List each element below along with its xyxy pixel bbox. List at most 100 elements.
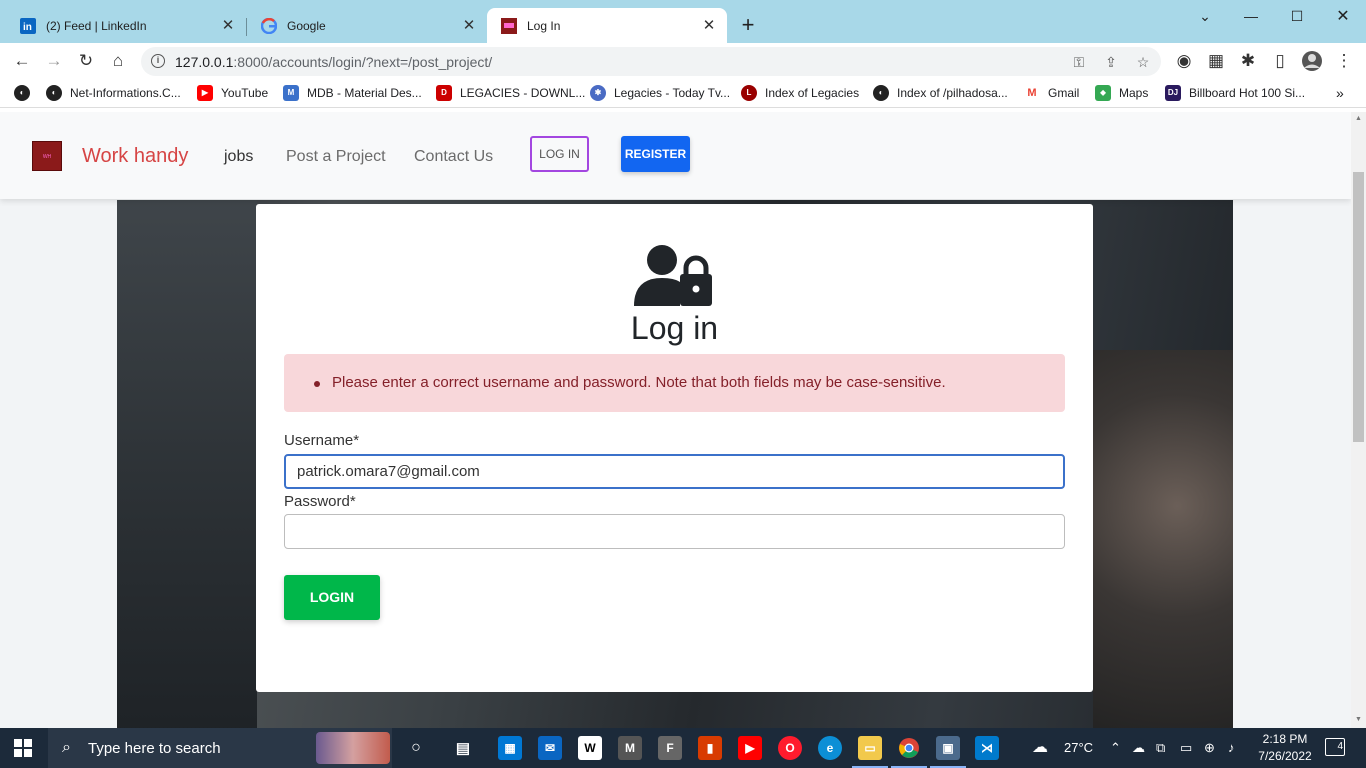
edge-icon[interactable]: e <box>818 736 842 760</box>
windows-start-icon[interactable] <box>14 739 32 757</box>
nav-register-button[interactable]: REGISTER <box>621 136 690 172</box>
bookmark-item[interactable]: M Gmail <box>1024 85 1079 101</box>
weather-temp[interactable]: 27°C <box>1064 740 1093 755</box>
legacies-index-icon: L <box>741 85 757 101</box>
youtube-app-icon[interactable]: ▶ <box>738 736 762 760</box>
bookmark-item[interactable]: ⬥ Maps <box>1095 85 1148 101</box>
network-icon[interactable]: ⊕ <box>1204 740 1215 756</box>
side-panel-icon[interactable]: ▯ <box>1268 49 1292 73</box>
menu-dots-icon[interactable]: ⋮ <box>1332 49 1356 73</box>
page-scrollbar[interactable]: ▲ ▼ <box>1351 112 1366 728</box>
extension-icon[interactable]: ◉ <box>1172 49 1196 73</box>
bookmarks-apps-icon[interactable]: ◐ <box>14 85 38 101</box>
tray-overflow-icon[interactable]: ⌃ <box>1110 740 1121 756</box>
chrome-icon[interactable] <box>891 736 927 768</box>
task-view-icon[interactable]: ○ <box>404 736 428 760</box>
browser-toolbar: ← → ↻ ⌂ i 127.0.0.1:8000/accounts/login/… <box>0 43 1366 79</box>
remote-desktop-icon[interactable]: ▣ <box>930 736 966 768</box>
file-explorer-icon[interactable]: ▭ <box>852 736 888 768</box>
password-label: Password* <box>284 493 356 510</box>
tab-google[interactable]: Google ✕ <box>247 8 488 43</box>
login-submit-button[interactable]: LOGIN <box>284 575 380 620</box>
nav-login-button[interactable]: LOG IN <box>530 136 589 172</box>
tab-login[interactable]: Log In ✕ <box>487 8 727 43</box>
weather-icon[interactable]: ☁ <box>1032 737 1048 757</box>
key-icon[interactable]: ⚿ <box>1069 52 1089 72</box>
bookmark-star-icon[interactable]: ☆ <box>1133 52 1153 72</box>
bookmarks-overflow-icon[interactable]: » <box>1336 85 1344 101</box>
notifications-icon[interactable]: 4 <box>1325 738 1345 756</box>
globe-icon: ◐ <box>46 85 62 101</box>
wikipedia-icon[interactable]: W <box>578 736 602 760</box>
system-clock[interactable]: 2:18 PM 7/26/2022 <box>1254 731 1316 765</box>
office-icon[interactable]: ▮ <box>698 736 722 760</box>
taskbar-search-box[interactable]: ⌕ Type here to search <box>48 728 392 768</box>
volume-icon[interactable]: ♪ <box>1228 740 1235 755</box>
tab-linkedin[interactable]: in (2) Feed | LinkedIn ✕ <box>6 8 247 43</box>
widgets-icon[interactable]: ▤ <box>451 736 475 760</box>
billboard-icon: DJ <box>1165 85 1181 101</box>
bookmark-item[interactable]: L Index of Legacies <box>741 85 859 101</box>
tab-search-icon[interactable]: ⌄ <box>1182 5 1228 27</box>
tab-title: (2) Feed | LinkedIn <box>46 18 147 33</box>
nav-jobs[interactable]: jobs <box>224 148 253 166</box>
browser-tab-bar: in (2) Feed | LinkedIn ✕ Google ✕ Log In… <box>0 0 1366 43</box>
tray-meet-icon[interactable]: ⧉ <box>1156 740 1165 756</box>
clock-time: 2:18 PM <box>1262 732 1308 746</box>
app-m-icon[interactable]: M <box>618 736 642 760</box>
nav-contact-us[interactable]: Contact Us <box>414 148 493 166</box>
site-info-icon[interactable]: i <box>151 54 165 68</box>
globe-icon: ◐ <box>14 85 30 101</box>
bullet-icon <box>314 381 320 387</box>
home-icon[interactable]: ⌂ <box>106 49 130 73</box>
password-field[interactable] <box>284 514 1065 549</box>
bookmark-item[interactable]: ◐ Index of /pilhadosa... <box>873 85 1008 101</box>
linkedin-icon: in <box>20 17 36 34</box>
battery-icon[interactable]: ▭ <box>1180 740 1192 756</box>
vscode-icon[interactable]: ⋊ <box>975 736 999 760</box>
extension-zip-icon[interactable]: ▦ <box>1204 49 1228 73</box>
tab-title: Google <box>287 18 326 33</box>
close-window-button[interactable]: ✕ <box>1320 5 1366 27</box>
tab-title: Log In <box>527 18 561 33</box>
login-card: Log in Please enter a correct username a… <box>256 204 1093 692</box>
bookmark-item[interactable]: ✱ Legacies - Today Tv... <box>590 85 730 101</box>
reload-icon[interactable]: ↻ <box>74 49 98 73</box>
opera-icon[interactable]: O <box>778 736 802 760</box>
film-reel-icon: ✱ <box>590 85 606 101</box>
username-field[interactable] <box>284 454 1065 489</box>
new-tab-button[interactable]: + <box>736 14 760 38</box>
svg-text:in: in <box>23 22 32 33</box>
bookmark-item[interactable]: D LEGACIES - DOWNL... <box>436 85 585 101</box>
bookmark-item[interactable]: DJ Billboard Hot 100 Si... <box>1165 85 1305 101</box>
brand-link[interactable]: Work handy <box>82 145 188 168</box>
nav-post-project[interactable]: Post a Project <box>286 148 386 166</box>
share-icon[interactable]: ⇪ <box>1101 52 1121 72</box>
minimize-button[interactable]: — <box>1228 5 1274 27</box>
close-tab-icon[interactable]: ✕ <box>220 18 236 34</box>
avatar[interactable] <box>1300 49 1324 73</box>
address-bar[interactable]: i 127.0.0.1:8000/accounts/login/?next=/p… <box>141 47 1161 76</box>
bookmark-item[interactable]: ◐ Net-Informations.C... <box>46 85 181 101</box>
scrollbar-thumb[interactable] <box>1353 172 1364 442</box>
close-tab-icon[interactable]: ✕ <box>701 18 717 34</box>
globe-icon: ◐ <box>873 85 889 101</box>
back-arrow-icon[interactable]: ← <box>10 49 34 73</box>
forward-arrow-icon[interactable]: → <box>42 49 66 73</box>
mail-icon[interactable]: ✉ <box>538 736 562 760</box>
puzzle-icon[interactable]: ✱ <box>1236 49 1260 73</box>
tray-cloud-icon[interactable]: ☁ <box>1132 740 1145 756</box>
bookmark-item[interactable]: M MDB - Material Des... <box>283 85 422 101</box>
clock-date: 7/26/2022 <box>1258 749 1312 763</box>
close-tab-icon[interactable]: ✕ <box>461 18 477 34</box>
store-icon[interactable]: ▦ <box>498 736 522 760</box>
user-lock-icon <box>634 245 712 306</box>
app-f-icon[interactable]: F <box>658 736 682 760</box>
bookmarks-bar: ◐ ◐ Net-Informations.C... ▶ YouTube M MDB -… <box>0 79 1366 108</box>
maximize-button[interactable]: ☐ <box>1274 5 1320 27</box>
page-title: Log in <box>630 310 719 346</box>
site-navbar: WH Work handy jobs Post a Project Contac… <box>0 112 1351 199</box>
site-logo[interactable]: WH <box>32 141 62 171</box>
error-message: Please enter a correct username and pass… <box>332 374 946 391</box>
bookmark-item[interactable]: ▶ YouTube <box>197 85 268 101</box>
